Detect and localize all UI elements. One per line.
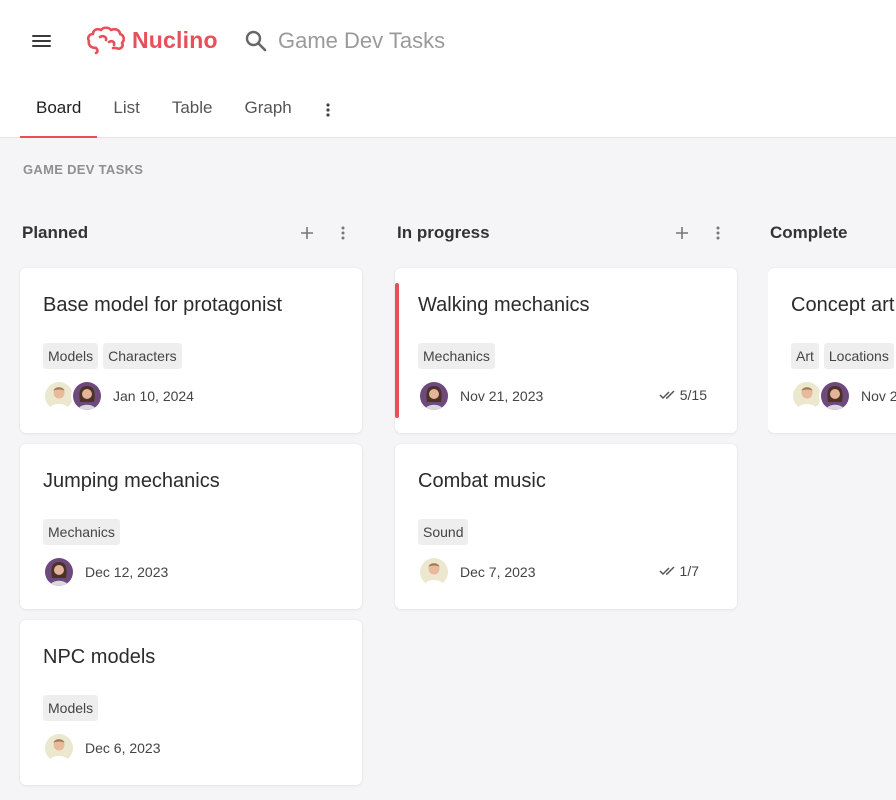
tag[interactable]: Mechanics [43, 519, 120, 545]
tab-graph[interactable]: Graph [228, 92, 307, 138]
card-title: Concept art [791, 294, 895, 316]
task-card[interactable]: NPC models Models Dec 6, 2023 [20, 620, 362, 785]
due-date: Jan 10, 2024 [113, 388, 194, 404]
avatar [819, 380, 851, 412]
card-title: Base model for protagonist [43, 294, 283, 316]
tab-table[interactable]: Table [156, 92, 229, 138]
more-vertical-icon [326, 103, 330, 117]
task-card[interactable]: Base model for protagonist Models Charac… [20, 268, 362, 433]
brain-logo-icon [86, 26, 126, 55]
column-title: In progress [397, 223, 490, 242]
double-check-icon [659, 390, 675, 400]
checklist-count: 5/15 [679, 387, 707, 403]
avatar [43, 732, 75, 764]
due-date: Dec 7, 2023 [460, 564, 536, 580]
board-column-complete: Complete Concept art Art Locations Nov 2 [768, 218, 896, 438]
view-tabs: Board List Table Graph [20, 92, 342, 138]
tag[interactable]: Art [791, 343, 819, 369]
app-name: Nuclino [132, 26, 218, 53]
board-column-planned: Planned Base model for protagonist Model… [20, 218, 362, 785]
plus-icon [676, 227, 688, 239]
more-vertical-icon [716, 226, 720, 240]
task-card[interactable]: Jumping mechanics Mechanics Dec 12, 2023 [20, 444, 362, 609]
column-title: Planned [22, 223, 89, 242]
task-card[interactable]: Concept art Art Locations Nov 2 [768, 268, 896, 433]
due-date: Dec 6, 2023 [85, 740, 161, 756]
tag[interactable]: Characters [103, 343, 182, 369]
task-card[interactable]: Combat music Sound Dec 7, 2023 1/7 [395, 444, 737, 609]
avatar [43, 556, 75, 588]
search-input[interactable]: Game Dev Tasks [278, 28, 445, 54]
column-header: Planned [20, 218, 362, 248]
due-date: Nov 21, 2023 [460, 388, 544, 404]
add-card-button[interactable] [296, 222, 318, 244]
tag[interactable]: Sound [418, 519, 469, 545]
card-title: Combat music [418, 470, 546, 492]
tag[interactable]: Models [43, 695, 99, 721]
menu-icon[interactable] [32, 33, 52, 49]
tab-list[interactable]: List [97, 92, 155, 138]
column-menu-button[interactable] [707, 222, 729, 244]
app-logo[interactable]: Nuclino [86, 24, 218, 56]
checklist-count: 1/7 [679, 563, 699, 579]
tab-board[interactable]: Board [20, 92, 98, 138]
more-views-button[interactable] [314, 94, 342, 126]
column-title: Complete [770, 223, 848, 242]
column-header: Complete [768, 218, 896, 248]
breadcrumb[interactable]: GAME DEV TASKS [23, 162, 143, 177]
workspace-search[interactable]: Game Dev Tasks [244, 26, 445, 56]
due-date: Nov 2 [861, 388, 896, 404]
task-card[interactable]: Walking mechanics Mechanics Nov 21, 2023… [395, 268, 737, 433]
double-check-icon [659, 566, 675, 576]
add-card-button[interactable] [671, 222, 693, 244]
due-date: Dec 12, 2023 [85, 564, 169, 580]
column-header: In progress [395, 218, 737, 248]
column-menu-button[interactable] [332, 222, 354, 244]
board-column-in-progress: In progress Walking mechanics Mechanics … [395, 218, 737, 609]
card-title: Jumping mechanics [43, 470, 220, 492]
avatar [418, 380, 450, 412]
card-title: Walking mechanics [418, 294, 590, 316]
checklist-progress: 5/15 [659, 387, 707, 403]
tag[interactable]: Locations [823, 343, 894, 369]
search-icon [245, 30, 267, 52]
checklist-progress: 1/7 [659, 563, 699, 579]
card-title: NPC models [43, 646, 156, 668]
tag[interactable]: Mechanics [418, 343, 495, 369]
avatar [71, 380, 103, 412]
plus-icon [301, 227, 313, 239]
tag[interactable]: Models [43, 343, 99, 369]
avatar [418, 556, 450, 588]
more-vertical-icon [341, 226, 345, 240]
top-bar: Nuclino Game Dev Tasks Board List Table … [0, 0, 896, 138]
